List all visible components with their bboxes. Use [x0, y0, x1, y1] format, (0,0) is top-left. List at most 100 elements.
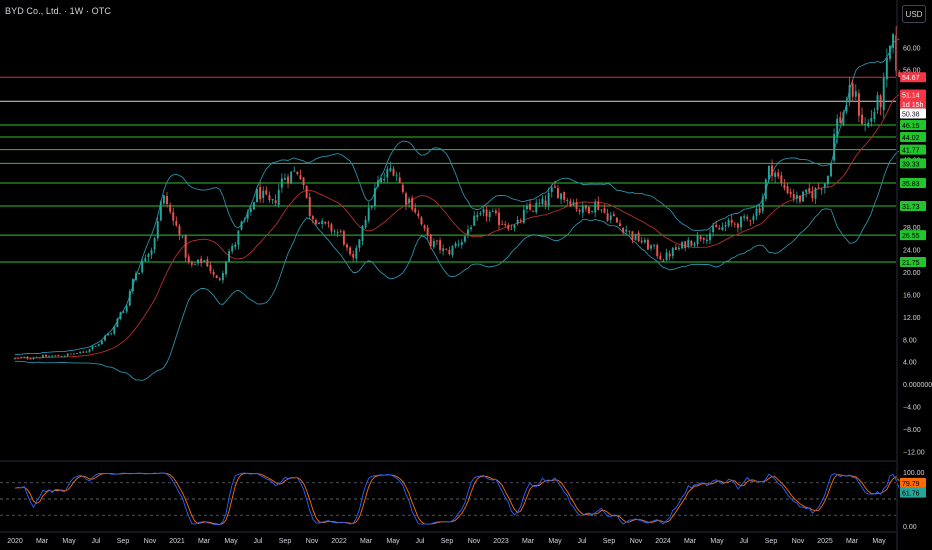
candle[interactable]: [147, 252, 150, 262]
candle[interactable]: [308, 192, 311, 220]
candle[interactable]: [398, 172, 401, 184]
candle[interactable]: [811, 186, 814, 202]
candle[interactable]: [656, 243, 659, 259]
candle[interactable]: [888, 44, 891, 62]
candle[interactable]: [799, 195, 801, 204]
candle[interactable]: [578, 208, 581, 215]
candle[interactable]: [724, 221, 727, 232]
candle[interactable]: [361, 225, 364, 246]
candle[interactable]: [256, 187, 258, 203]
candle[interactable]: [696, 232, 699, 247]
candle[interactable]: [609, 211, 612, 224]
candle[interactable]: [225, 260, 227, 278]
candle[interactable]: [97, 343, 100, 347]
candle[interactable]: [175, 216, 178, 227]
candle[interactable]: [786, 182, 789, 195]
candle[interactable]: [857, 89, 860, 123]
oscillator-pane[interactable]: [0, 472, 900, 526]
candle[interactable]: [854, 84, 857, 100]
candle[interactable]: [395, 171, 398, 181]
candle[interactable]: [560, 192, 563, 205]
candle[interactable]: [88, 348, 91, 353]
candle[interactable]: [287, 173, 289, 189]
candle[interactable]: [237, 230, 240, 250]
candle[interactable]: [600, 209, 603, 213]
candle[interactable]: [38, 357, 41, 359]
candle[interactable]: [637, 230, 640, 242]
candle[interactable]: [218, 276, 221, 282]
candle[interactable]: [861, 107, 863, 125]
candle[interactable]: [820, 187, 823, 195]
candle[interactable]: [48, 355, 51, 357]
candle[interactable]: [57, 354, 60, 357]
candle[interactable]: [228, 248, 231, 262]
candle[interactable]: [467, 225, 469, 239]
candle[interactable]: [330, 222, 333, 235]
candle[interactable]: [293, 166, 296, 172]
candle[interactable]: [265, 186, 268, 196]
candle[interactable]: [848, 76, 851, 107]
candle[interactable]: [826, 175, 829, 188]
candle[interactable]: [318, 222, 321, 225]
candle[interactable]: [429, 233, 432, 249]
candle[interactable]: [755, 204, 758, 220]
candle[interactable]: [144, 254, 147, 263]
candle[interactable]: [730, 214, 733, 227]
candle[interactable]: [795, 191, 798, 204]
candle[interactable]: [262, 186, 265, 204]
candle[interactable]: [839, 111, 842, 124]
candle[interactable]: [131, 278, 134, 295]
candle[interactable]: [488, 209, 491, 222]
candle[interactable]: [830, 162, 832, 178]
candle[interactable]: [234, 241, 237, 250]
candle[interactable]: [296, 171, 299, 176]
candle[interactable]: [876, 91, 879, 115]
candle[interactable]: [463, 236, 466, 243]
candle[interactable]: [814, 187, 817, 204]
candle[interactable]: [150, 247, 153, 259]
candle[interactable]: [470, 225, 473, 232]
candle[interactable]: [277, 184, 280, 208]
candle[interactable]: [156, 217, 159, 241]
candle[interactable]: [619, 219, 621, 227]
candle[interactable]: [507, 222, 510, 231]
candle[interactable]: [91, 345, 94, 351]
candle[interactable]: [529, 199, 531, 212]
candle[interactable]: [252, 201, 255, 211]
candle[interactable]: [479, 211, 482, 216]
candle[interactable]: [386, 165, 389, 183]
candle[interactable]: [414, 203, 417, 215]
candle[interactable]: [187, 253, 190, 265]
candle[interactable]: [473, 211, 476, 226]
candle[interactable]: [740, 216, 742, 232]
candle[interactable]: [777, 169, 780, 180]
candle[interactable]: [491, 208, 494, 213]
candle[interactable]: [631, 230, 634, 244]
candle[interactable]: [789, 188, 792, 198]
candle[interactable]: [705, 235, 708, 245]
candle[interactable]: [404, 191, 407, 211]
candle[interactable]: [702, 237, 705, 244]
candle[interactable]: [699, 235, 702, 242]
candle[interactable]: [110, 332, 113, 335]
candle[interactable]: [367, 202, 370, 223]
candle[interactable]: [653, 243, 656, 249]
candle[interactable]: [417, 210, 420, 219]
candle[interactable]: [622, 227, 625, 236]
candle[interactable]: [435, 239, 438, 246]
candle[interactable]: [584, 204, 587, 212]
candle[interactable]: [197, 259, 200, 266]
candle[interactable]: [445, 248, 448, 251]
candle[interactable]: [746, 214, 749, 222]
candle[interactable]: [501, 220, 504, 225]
candle[interactable]: [60, 355, 63, 358]
candle[interactable]: [138, 272, 141, 275]
candle[interactable]: [184, 234, 187, 262]
currency-button[interactable]: USD: [902, 5, 926, 23]
candle[interactable]: [85, 350, 88, 353]
candle[interactable]: [736, 222, 739, 233]
candle[interactable]: [646, 238, 649, 250]
candle[interactable]: [448, 246, 451, 256]
candle[interactable]: [119, 311, 122, 321]
candle[interactable]: [671, 246, 674, 259]
